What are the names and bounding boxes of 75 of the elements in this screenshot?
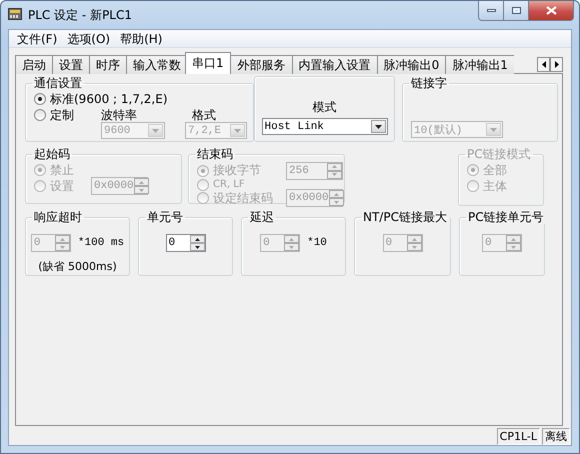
tab[interactable]: 串口1 [185,52,231,74]
radio-button[interactable] [34,109,46,121]
status-pane: CP1L-L [496,428,540,445]
tab[interactable]: 输入常数 [126,55,187,74]
radio-label: 主体 [483,178,507,194]
menu-item[interactable]: 帮助(H) [115,30,168,47]
up-arrow-icon [60,238,65,240]
menu-item[interactable]: 文件(F) [12,30,62,47]
field-label: 格式 [191,107,217,122]
hint-text: (缺省 5000ms) [38,259,117,274]
group-title: 链接字 [410,76,448,90]
up-arrow-icon [138,180,144,184]
tab[interactable]: 脉冲输出0 [376,55,446,74]
maximize-button[interactable] [504,1,529,21]
app-icon [8,8,22,20]
caret-icon [490,128,497,132]
group-title: PC链接模式 [466,147,532,161]
up-arrow-icon [332,165,337,168]
tab[interactable]: 设置 [52,55,89,74]
tab[interactable]: 外部服务 [230,55,292,74]
group-title: 延迟 [249,210,275,224]
close-icon [546,6,556,15]
radio-label: 标准(9600 ; 1,7,2,E) [50,90,168,108]
up-arrow-icon [511,238,516,240]
radio-label: 禁止 [50,162,74,178]
maximize-icon [512,7,520,14]
radio-label: 全部 [483,162,507,178]
down-arrow-icon [412,246,416,248]
close-button[interactable] [529,1,574,21]
left-arrow-icon [542,60,546,68]
up-arrow-icon [334,192,339,196]
down-arrow-icon [334,200,339,204]
group-title: PC链接单元号 [467,210,545,224]
group-title: 单元号 [146,210,184,224]
scroll-right-button[interactable] [550,56,563,72]
radio-label: CR, LF [213,179,245,190]
tab[interactable]: 脉冲输出1 [445,55,514,74]
caret-icon [374,124,382,128]
group-title: 响应超时 [33,210,83,224]
radio-label: 定制 [50,106,74,124]
scroll-left-button[interactable] [537,56,550,72]
down-arrow-icon [511,246,516,248]
field-label: 模式 [312,99,336,116]
radio-button[interactable] [34,93,46,105]
caret-icon [234,128,241,132]
group-title: 起始码 [33,147,71,161]
down-arrow-icon [289,246,294,248]
menu-item[interactable]: 选项(O) [62,30,116,47]
tab[interactable]: 时序 [89,55,126,74]
minimize-icon [486,9,496,12]
down-arrow-icon [194,246,200,248]
status-pane: 离线 [542,428,570,445]
spin-box[interactable]: 0 [166,234,206,252]
window-title: PLC 设定 - 新PLC1 [28,7,132,24]
tab[interactable]: 内置输入设置 [292,55,377,74]
radio-label: 设置 [50,178,74,194]
caret-icon [152,128,159,132]
tab[interactable]: 启动 [15,55,52,74]
group-title: 通信设置 [33,76,83,90]
unit-label: *10 [307,237,327,249]
group-title: NT/PC链接最大 [362,210,448,224]
field-label: 波特率 [101,107,138,122]
minimize-button[interactable] [478,1,504,21]
down-arrow-icon [60,246,65,248]
up-arrow-icon [412,238,416,240]
unit-label: *100 ms [78,237,124,249]
radio-label: 设定结束码 [213,190,273,206]
right-arrow-icon [554,60,558,68]
up-arrow-icon [194,238,200,240]
dropdown[interactable]: Host Link [262,118,388,135]
down-arrow-icon [332,173,337,176]
up-arrow-icon [289,238,294,240]
group-title: 结束码 [196,147,234,161]
radio-label: 接收字节 [213,162,261,179]
down-arrow-icon [138,188,144,192]
